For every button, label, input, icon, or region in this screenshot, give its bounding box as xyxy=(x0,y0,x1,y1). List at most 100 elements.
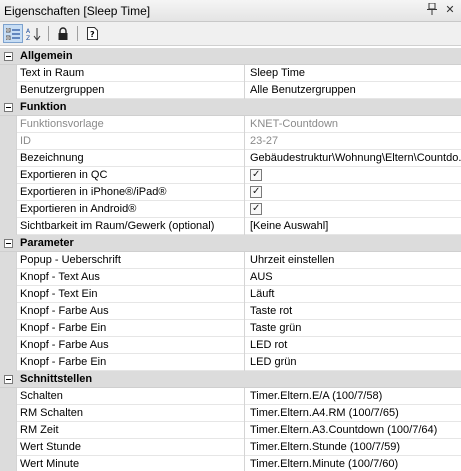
collapse-icon[interactable] xyxy=(4,239,13,248)
property-name[interactable]: Knopf - Farbe Ein xyxy=(16,320,245,337)
property-row[interactable]: Sichtbarkeit im Raum/Gewerk (optional) [K… xyxy=(0,218,461,235)
property-value[interactable]: Gebäudestruktur\Wohnung\Eltern\Countdo..… xyxy=(246,150,461,167)
row-margin xyxy=(0,286,16,303)
property-value[interactable] xyxy=(246,167,461,184)
toolbar-separator xyxy=(48,26,49,41)
property-name[interactable]: Popup - Ueberschrift xyxy=(16,252,245,269)
properties-toolbar: A Z ? xyxy=(0,22,461,46)
property-name[interactable]: Knopf - Text Aus xyxy=(16,269,245,286)
property-row[interactable]: Exportieren in iPhone®/iPad® xyxy=(0,184,461,201)
property-name[interactable]: Knopf - Farbe Aus xyxy=(16,337,245,354)
property-row[interactable]: Knopf - Text Aus AUS xyxy=(0,269,461,286)
collapse-icon[interactable] xyxy=(4,103,13,112)
property-name[interactable]: Wert Stunde xyxy=(16,439,245,456)
property-value[interactable] xyxy=(246,201,461,218)
property-value[interactable]: Timer.Eltern.Minute (100/7/60) xyxy=(246,456,461,471)
svg-text:A: A xyxy=(26,28,31,35)
svg-text:?: ? xyxy=(90,30,95,39)
row-margin xyxy=(0,320,16,337)
property-row[interactable]: ID 23-27 xyxy=(0,133,461,150)
pin-icon[interactable] xyxy=(425,2,439,17)
category-header[interactable]: Funktion xyxy=(0,99,461,116)
property-value: 23-27 xyxy=(250,135,279,147)
row-margin xyxy=(0,422,16,439)
property-value[interactable]: Alle Benutzergruppen xyxy=(246,82,461,99)
property-value[interactable]: Timer.Eltern.Stunde (100/7/59) xyxy=(246,439,461,456)
alphabetical-sort-icon[interactable]: A Z xyxy=(24,24,44,43)
property-row[interactable]: Knopf - Farbe Ein Taste grün xyxy=(0,320,461,337)
property-row[interactable]: Text in Raum Sleep Time xyxy=(0,65,461,82)
property-row[interactable]: Wert Minute Timer.Eltern.Minute (100/7/60… xyxy=(0,456,461,471)
property-name[interactable]: Knopf - Farbe Aus xyxy=(16,303,245,320)
category-label: Parameter xyxy=(20,237,74,249)
property-name[interactable]: Text in Raum xyxy=(16,65,245,82)
property-name[interactable]: Exportieren in QC xyxy=(16,167,245,184)
row-margin xyxy=(0,303,16,320)
property-row[interactable]: Benutzergruppen Alle Benutzergruppen xyxy=(0,82,461,99)
category-label: Funktion xyxy=(20,101,67,113)
property-name[interactable]: Knopf - Text Ein xyxy=(16,286,245,303)
category-header[interactable]: Parameter xyxy=(0,235,461,252)
category-label: Allgemein xyxy=(20,50,73,62)
property-row[interactable]: Popup - Ueberschrift Uhrzeit einstellen xyxy=(0,252,461,269)
property-value[interactable]: Timer.Eltern.A4.RM (100/7/65) xyxy=(246,405,461,422)
row-margin xyxy=(0,82,16,99)
property-row[interactable]: RM Schalten Timer.Eltern.A4.RM (100/7/65) xyxy=(0,405,461,422)
row-margin xyxy=(0,65,16,82)
property-row[interactable]: Knopf - Farbe Aus Taste rot xyxy=(0,303,461,320)
property-value[interactable]: Taste grün xyxy=(246,320,461,337)
property-row[interactable]: Funktionsvorlage KNET-Countdown xyxy=(0,116,461,133)
svg-text:Z: Z xyxy=(26,35,30,41)
collapse-icon[interactable] xyxy=(4,52,13,61)
property-value[interactable]: LED grün xyxy=(246,354,461,371)
property-name[interactable]: Funktionsvorlage xyxy=(16,116,245,133)
property-value[interactable]: Läuft xyxy=(246,286,461,303)
property-row[interactable]: Bezeichnung Gebäudestruktur\Wohnung\Elter… xyxy=(0,150,461,167)
close-icon[interactable]: ✕ xyxy=(443,3,457,17)
property-name[interactable]: Benutzergruppen xyxy=(16,82,245,99)
property-value[interactable] xyxy=(246,184,461,201)
property-value: KNET-Countdown xyxy=(250,118,339,130)
row-margin xyxy=(0,354,16,371)
property-value[interactable]: Timer.Eltern.E/A (100/7/58) xyxy=(246,388,461,405)
property-name[interactable]: Knopf - Farbe Ein xyxy=(16,354,245,371)
category-header[interactable]: Allgemein xyxy=(0,48,461,65)
property-value[interactable]: LED rot xyxy=(246,337,461,354)
property-row[interactable]: RM Zeit Timer.Eltern.A3.Countdown (100/7/… xyxy=(0,422,461,439)
property-value[interactable]: AUS xyxy=(246,269,461,286)
property-value[interactable]: Sleep Time xyxy=(246,65,461,82)
property-name[interactable]: Schalten xyxy=(16,388,245,405)
category-header[interactable]: Schnittstellen xyxy=(0,371,461,388)
checkbox[interactable] xyxy=(250,184,262,200)
property-value[interactable]: Taste rot xyxy=(246,303,461,320)
property-name[interactable]: Exportieren in Android® xyxy=(16,201,245,218)
checkbox[interactable] xyxy=(250,167,262,183)
row-margin xyxy=(0,116,16,133)
row-margin xyxy=(0,252,16,269)
property-name[interactable]: Wert Minute xyxy=(16,456,245,471)
property-row[interactable]: Knopf - Text Ein Läuft xyxy=(0,286,461,303)
property-name[interactable]: RM Zeit xyxy=(16,422,245,439)
property-row[interactable]: Exportieren in QC xyxy=(0,167,461,184)
property-row[interactable]: Exportieren in Android® xyxy=(0,201,461,218)
property-row[interactable]: Schalten Timer.Eltern.E/A (100/7/58) xyxy=(0,388,461,405)
help-page-icon[interactable]: ? xyxy=(82,24,102,43)
property-row[interactable]: Knopf - Farbe Aus LED rot xyxy=(0,337,461,354)
property-name[interactable]: Sichtbarkeit im Raum/Gewerk (optional) xyxy=(16,218,245,235)
collapse-icon[interactable] xyxy=(4,375,13,384)
lock-icon[interactable] xyxy=(53,24,73,43)
property-row[interactable]: Wert Stunde Timer.Eltern.Stunde (100/7/59… xyxy=(0,439,461,456)
checkbox[interactable] xyxy=(250,201,262,217)
property-name[interactable]: RM Schalten xyxy=(16,405,245,422)
row-margin xyxy=(0,167,16,184)
property-name[interactable]: Exportieren in iPhone®/iPad® xyxy=(16,184,245,201)
categorized-view-icon[interactable] xyxy=(3,24,23,43)
property-name[interactable]: ID xyxy=(16,133,245,150)
property-value[interactable]: [Keine Auswahl] xyxy=(246,218,461,235)
row-margin xyxy=(0,218,16,235)
property-row[interactable]: Knopf - Farbe Ein LED grün xyxy=(0,354,461,371)
property-value[interactable]: Uhrzeit einstellen xyxy=(246,252,461,269)
property-name[interactable]: Bezeichnung xyxy=(16,150,245,167)
property-value[interactable]: Timer.Eltern.A3.Countdown (100/7/64) xyxy=(246,422,461,439)
row-margin xyxy=(0,388,16,405)
